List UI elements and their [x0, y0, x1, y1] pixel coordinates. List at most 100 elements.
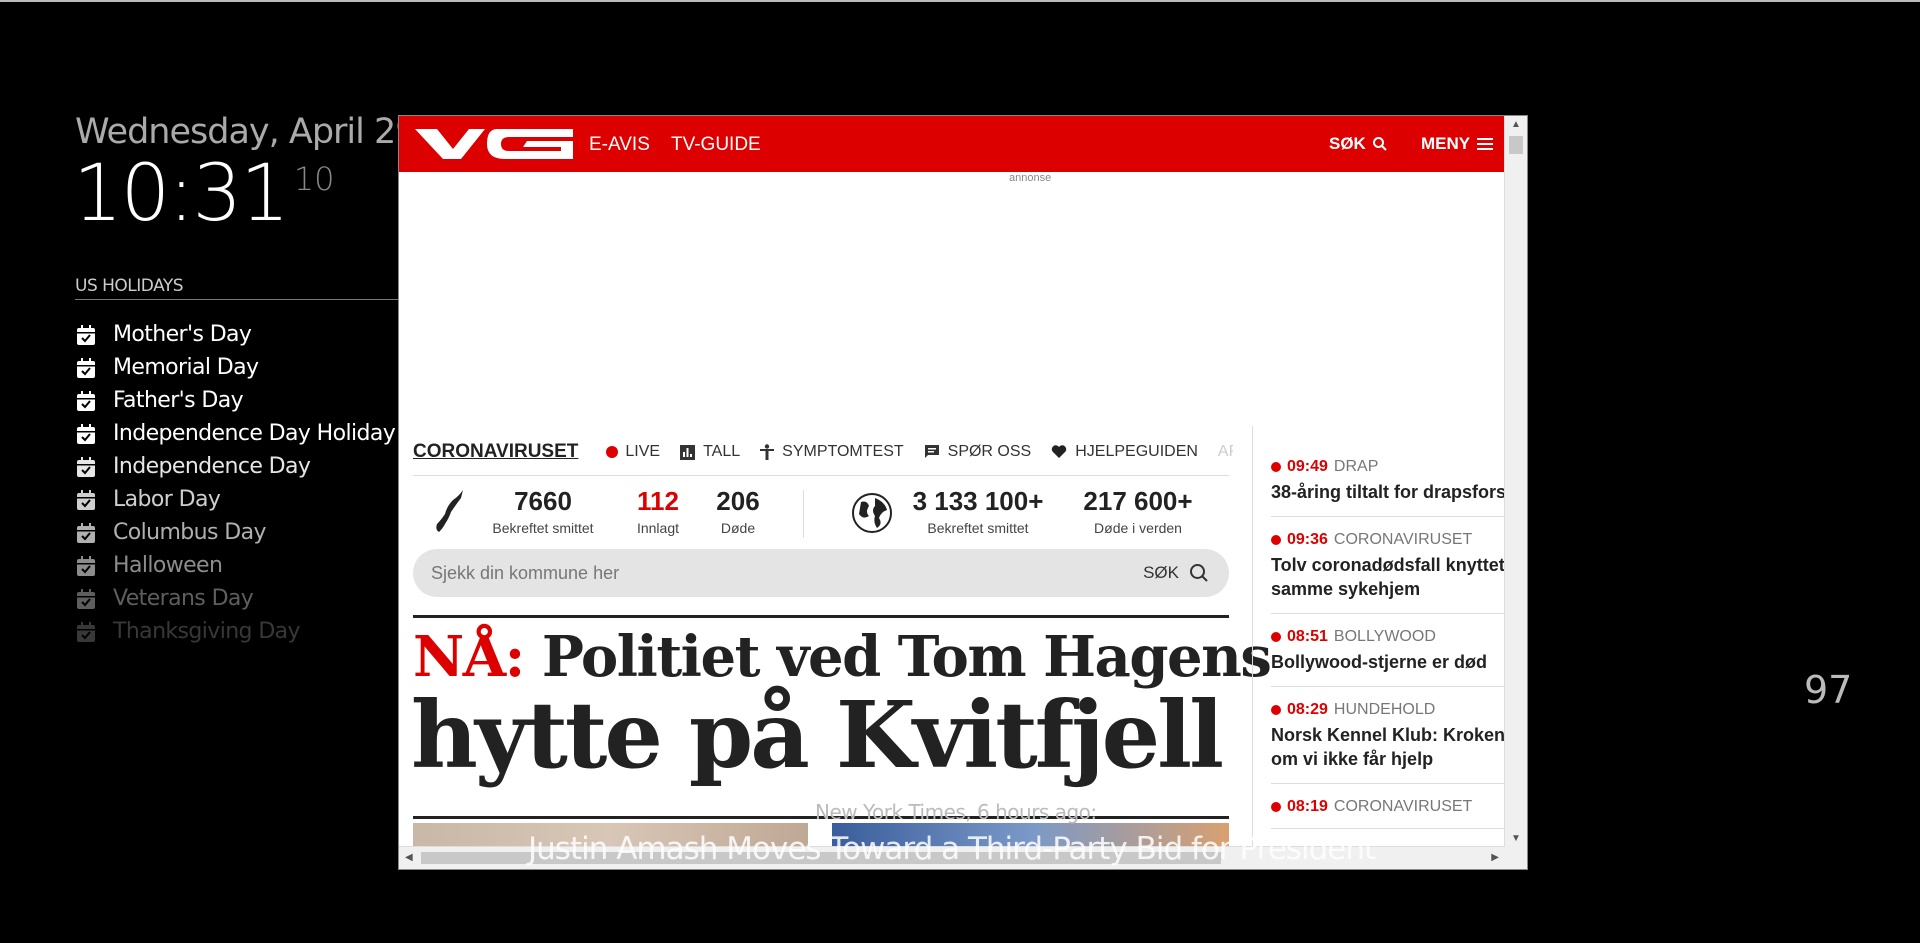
news-meta: 09:49 DRAP — [1271, 458, 1505, 476]
holiday-label: Memorial Day — [113, 355, 259, 380]
holiday-label: Mother's Day — [113, 322, 252, 347]
news-dot-icon — [1271, 802, 1281, 812]
stats-separator — [803, 490, 804, 538]
scrollbar-corner — [1505, 847, 1527, 869]
calendar-check-icon — [77, 456, 95, 477]
headline-line-2[interactable]: hytte på Kvitfjell — [411, 681, 1224, 789]
globe-icon — [852, 493, 892, 533]
stat-smittet: 7660 Bekreftet smittet — [483, 486, 603, 536]
vertical-scroll-thumb[interactable] — [1509, 136, 1523, 154]
menu-button[interactable]: MENY — [1421, 134, 1494, 154]
side-value: 97 — [1804, 668, 1853, 712]
holiday-label: Father's Day — [113, 388, 244, 413]
holiday-item: Father's Day — [75, 384, 395, 417]
vg-logo-icon[interactable] — [413, 125, 575, 163]
clock-time: 10:31 10 — [73, 155, 335, 233]
calendar-check-icon — [77, 357, 95, 378]
stat-world-smittet: 3 133 100+ Bekreftet smittet — [903, 486, 1053, 536]
stat-innlagt: 112 Innlagt — [623, 486, 693, 536]
corona-bar: CORONAVIRUSET LIVE TALL SYMPTOMTEST SPØR… — [413, 432, 1233, 472]
corona-tall-link[interactable]: TALL — [680, 443, 740, 461]
stat-world-smittet-value: 3 133 100+ — [912, 486, 1044, 516]
stat-world-dode-value: 217 600+ — [1083, 486, 1193, 516]
news-tag: CORONAVIRUSET — [1333, 531, 1473, 548]
news-meta: 09:36 CORONAVIRUSET — [1271, 531, 1505, 549]
calendar-check-icon — [77, 588, 95, 609]
news-dot-icon — [1271, 535, 1281, 545]
corona-spoross-link[interactable]: SPØR OSS — [924, 443, 1031, 461]
ad-label: annonse — [1009, 172, 1052, 184]
corona-hjelp-link[interactable]: HJELPEGUIDEN — [1051, 443, 1198, 461]
news-tag: HUNDEHOLD — [1333, 701, 1436, 718]
newsfeed-headline: Justin Amash Moves Toward a Third-Party … — [528, 831, 1376, 867]
kommune-search-field[interactable]: Sjekk din kommune her SØK — [413, 549, 1229, 597]
news-dot-icon — [1271, 632, 1281, 642]
corona-more-link[interactable]: ARTIKLER — [1218, 443, 1233, 461]
stat-dode: 206 Døde — [703, 486, 773, 536]
scroll-right-arrow-icon[interactable]: ▶ — [1491, 852, 1499, 863]
browser-window[interactable]: E-AVIS TV-GUIDE SØK MENY annonse CORONAV… — [398, 115, 1528, 870]
vg-header: E-AVIS TV-GUIDE SØK MENY — [399, 116, 1505, 172]
holiday-item: Labor Day — [75, 483, 395, 516]
vertical-scrollbar[interactable]: ▲ ▼ — [1504, 116, 1527, 848]
scroll-left-arrow-icon[interactable]: ◀ — [405, 852, 413, 863]
stat-smittet-label: Bekreftet smittet — [492, 520, 594, 536]
news-title-cont: om vi ikke får hjelp — [1271, 749, 1434, 769]
corona-stats: 7660 Bekreftet smittet 112 Innlagt 206 Døde… — [413, 478, 1229, 548]
headline-top-rule — [413, 615, 1229, 618]
news-item[interactable]: 08:19 CORONAVIRUSET — [1271, 784, 1505, 829]
news-time: 09:36 — [1287, 531, 1328, 548]
holiday-label: Labor Day — [113, 487, 221, 512]
clock-hours-minutes: 10:31 — [73, 149, 290, 239]
stat-dode-value: 206 — [716, 486, 760, 516]
news-meta: 08:29 HUNDEHOLD — [1271, 701, 1505, 719]
corona-divider — [413, 475, 1229, 476]
holiday-item: Memorial Day — [75, 351, 395, 384]
news-item[interactable]: 09:49 DRAP 38-åring tiltalt for drapsforsø… — [1271, 444, 1505, 517]
newsfeed-source: New York Times, 6 hours ago: — [815, 800, 1097, 824]
holidays-divider — [75, 299, 400, 300]
holidays-list: Mother's Day Memorial Day Father's Day Inde… — [75, 318, 396, 648]
news-item[interactable]: 08:29 HUNDEHOLD Norsk Kennel Klub: Krokene… — [1271, 687, 1505, 784]
stat-innlagt-value: 112 — [637, 486, 679, 516]
corona-live-link[interactable]: LIVE — [606, 443, 660, 461]
news-tag: BOLLYWOOD — [1333, 628, 1436, 645]
news-time: 08:29 — [1287, 701, 1328, 718]
holiday-label: Thanksgiving Day — [113, 619, 301, 644]
norway-map-icon — [436, 490, 463, 532]
news-time: 08:51 — [1287, 628, 1328, 645]
news-title-cont: samme sykehjem — [1271, 579, 1421, 599]
corona-title-link[interactable]: CORONAVIRUSET — [413, 441, 578, 463]
live-dot-icon — [606, 446, 619, 458]
corona-symptom-link[interactable]: SYMPTOMTEST — [760, 443, 904, 461]
scroll-down-arrow-icon[interactable]: ▼ — [1511, 833, 1521, 844]
calendar-check-icon — [77, 555, 95, 576]
news-item[interactable]: 09:36 CORONAVIRUSET Tolv coronadødsfall kn… — [1271, 517, 1505, 614]
nav-tvguide-link[interactable]: TV-GUIDE — [671, 134, 761, 156]
person-icon — [760, 444, 775, 460]
holiday-label: Columbus Day — [113, 520, 267, 545]
calendar-check-icon — [77, 522, 95, 543]
corona-tall-label: TALL — [703, 443, 741, 460]
holiday-label: Independence Day — [113, 454, 311, 479]
news-tag: CORONAVIRUSET — [1333, 798, 1473, 815]
search-icon — [1190, 564, 1208, 582]
stat-world-smittet-label: Bekreftet smittet — [927, 520, 1029, 536]
calendar-check-icon — [77, 621, 95, 642]
kommune-search-placeholder: Sjekk din kommune her — [431, 563, 620, 583]
chat-icon — [924, 445, 939, 458]
holidays-header: US HOLIDAYS — [75, 276, 184, 296]
nav-eavis-link[interactable]: E-AVIS — [589, 134, 650, 156]
search-button[interactable]: SØK — [1329, 134, 1388, 154]
scroll-up-arrow-icon[interactable]: ▲ — [1511, 119, 1521, 130]
hamburger-icon — [1477, 138, 1494, 150]
calendar-check-icon — [77, 390, 95, 411]
menu-label: MENY — [1421, 134, 1471, 153]
kommune-search-button[interactable]: SØK — [1143, 563, 1209, 583]
stat-world-dode: 217 600+ Døde i verden — [1073, 486, 1203, 536]
news-tag: DRAP — [1333, 458, 1379, 475]
news-item[interactable]: 08:51 BOLLYWOOD Bollywood-stjerne er død — [1271, 614, 1505, 687]
stat-dode-label: Døde — [720, 520, 756, 536]
calendar-check-icon — [77, 489, 95, 510]
news-title: Bollywood-stjerne er død — [1271, 652, 1488, 672]
